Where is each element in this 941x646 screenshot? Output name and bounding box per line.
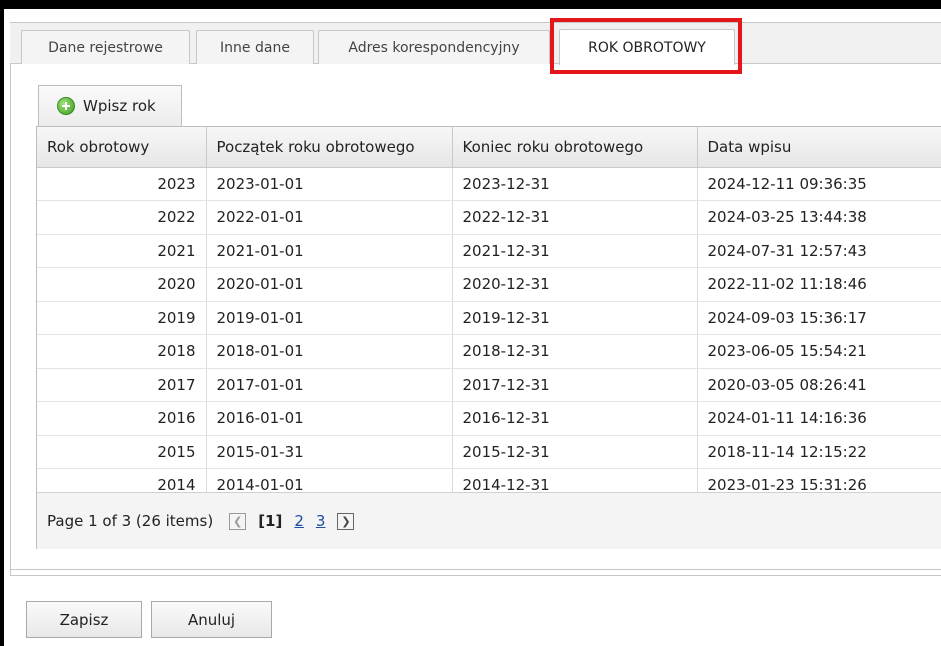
cell-end: 2020-12-31 bbox=[452, 267, 698, 302]
cell-start: 2021-01-01 bbox=[206, 234, 453, 268]
cell-entry-date: 2024-01-11 14:16:36 bbox=[697, 401, 941, 436]
cancel-button[interactable]: Anuluj bbox=[151, 601, 272, 638]
cell-entry-date: 2022-11-02 11:18:46 bbox=[697, 267, 941, 302]
left-border bbox=[0, 0, 4, 646]
save-button[interactable]: Zapisz bbox=[26, 601, 142, 638]
cell-entry-date: 2018-11-14 12:15:22 bbox=[697, 435, 941, 469]
column-header-koniec[interactable]: Koniec roku obrotowego bbox=[452, 127, 698, 168]
cell-year: 2020 bbox=[37, 267, 207, 302]
cell-end: 2018-12-31 bbox=[452, 334, 698, 369]
chevron-right-icon[interactable]: ❯ bbox=[337, 512, 355, 530]
cell-entry-date: 2020-03-05 08:26:41 bbox=[697, 368, 941, 402]
divider bbox=[10, 569, 941, 570]
cell-start: 2019-01-01 bbox=[206, 301, 453, 335]
table-row[interactable]: 2023 2023-01-01 2023-12-31 2024-12-11 09… bbox=[37, 167, 941, 201]
table-row[interactable]: 2021 2021-01-01 2021-12-31 2024-07-31 12… bbox=[37, 234, 941, 268]
fiscal-year-grid: Rok obrotowy Początek roku obrotowego Ko… bbox=[36, 126, 941, 549]
cell-start: 2018-01-01 bbox=[206, 334, 453, 369]
tab-dane-rejestrowe[interactable]: Dane rejestrowe bbox=[21, 30, 190, 64]
column-header-poczatek[interactable]: Początek roku obrotowego bbox=[206, 127, 453, 168]
top-border bbox=[0, 0, 941, 9]
cell-entry-date: 2024-03-25 13:44:38 bbox=[697, 200, 941, 235]
cell-end: 2019-12-31 bbox=[452, 301, 698, 335]
pager-page-link[interactable]: 3 bbox=[316, 512, 326, 530]
cell-start: 2023-01-01 bbox=[206, 167, 453, 201]
cell-entry-date: 2023-06-05 15:54:21 bbox=[697, 334, 941, 369]
cell-year: 2015 bbox=[37, 435, 207, 469]
table-row[interactable]: 2017 2017-01-01 2017-12-31 2020-03-05 08… bbox=[37, 368, 941, 402]
tab-inne-dane[interactable]: Inne dane bbox=[196, 30, 314, 64]
table-row[interactable]: 2019 2019-01-01 2019-12-31 2024-09-03 15… bbox=[37, 301, 941, 335]
cell-entry-date: 2024-09-03 15:36:17 bbox=[697, 301, 941, 335]
cell-year: 2019 bbox=[37, 301, 207, 335]
pager-page-link[interactable]: 2 bbox=[294, 512, 304, 530]
cell-year: 2017 bbox=[37, 368, 207, 402]
cell-start: 2015-01-31 bbox=[206, 435, 453, 469]
tab-adres-korespondencyjny[interactable]: Adres korespondencyjny bbox=[318, 30, 550, 64]
cell-end: 2015-12-31 bbox=[452, 435, 698, 469]
pager: Page 1 of 3 (26 items) ❮ [1] 2 3 ❯ bbox=[37, 492, 941, 549]
add-year-button[interactable]: Wpisz rok bbox=[38, 85, 182, 126]
table-row[interactable]: 2020 2020-01-01 2020-12-31 2022-11-02 11… bbox=[37, 267, 941, 302]
cell-start: 2020-01-01 bbox=[206, 267, 453, 302]
cell-start: 2017-01-01 bbox=[206, 368, 453, 402]
cell-year: 2023 bbox=[37, 167, 207, 201]
table-row[interactable]: 2022 2022-01-01 2022-12-31 2024-03-25 13… bbox=[37, 200, 941, 235]
cell-year: 2021 bbox=[37, 234, 207, 268]
cell-end: 2016-12-31 bbox=[452, 401, 698, 436]
cell-year: 2016 bbox=[37, 401, 207, 436]
cell-entry-date: 2024-12-11 09:36:35 bbox=[697, 167, 941, 201]
cell-end: 2021-12-31 bbox=[452, 234, 698, 268]
cell-end: 2023-12-31 bbox=[452, 167, 698, 201]
column-header-data-wpisu[interactable]: Data wpisu bbox=[697, 127, 941, 168]
cell-start: 2016-01-01 bbox=[206, 401, 453, 436]
cell-end: 2017-12-31 bbox=[452, 368, 698, 402]
column-header-rok-obrotowy[interactable]: Rok obrotowy bbox=[37, 127, 207, 168]
pager-summary: Page 1 of 3 (26 items) bbox=[47, 512, 214, 530]
cell-end: 2022-12-31 bbox=[452, 200, 698, 235]
cell-start: 2022-01-01 bbox=[206, 200, 453, 235]
table-row[interactable]: 2018 2018-01-01 2018-12-31 2023-06-05 15… bbox=[37, 334, 941, 369]
pager-current-page: [1] bbox=[258, 512, 283, 530]
chevron-left-icon[interactable]: ❮ bbox=[229, 512, 247, 530]
plus-circle-icon bbox=[57, 97, 75, 115]
cell-year: 2018 bbox=[37, 334, 207, 369]
cell-entry-date: 2024-07-31 12:57:43 bbox=[697, 234, 941, 268]
add-year-label: Wpisz rok bbox=[83, 97, 156, 115]
cell-year: 2022 bbox=[37, 200, 207, 235]
table-row[interactable]: 2016 2016-01-01 2016-12-31 2024-01-11 14… bbox=[37, 401, 941, 436]
table-row[interactable]: 2015 2015-01-31 2015-12-31 2018-11-14 12… bbox=[37, 435, 941, 469]
